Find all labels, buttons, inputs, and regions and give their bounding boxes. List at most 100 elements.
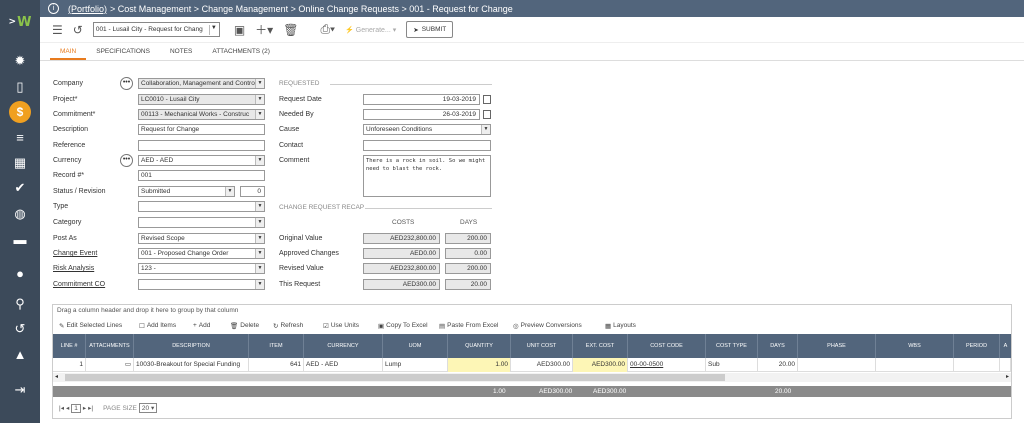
graduation-cap-icon[interactable]: ▲ <box>0 343 40 365</box>
prev-page-icon[interactable]: ◂ <box>66 404 69 412</box>
cost-icon[interactable]: $ <box>0 101 40 123</box>
contact-input[interactable] <box>363 140 491 151</box>
col-uom[interactable]: UOM <box>383 334 448 358</box>
category-select[interactable]: ▼ <box>138 217 265 228</box>
col-currency[interactable]: CURRENCY <box>304 334 383 358</box>
tab-attachments[interactable]: ATTACHMENTS (2) <box>202 43 280 60</box>
lightbulb-icon[interactable]: ✹ <box>0 50 40 72</box>
next-page-icon[interactable]: ▸ <box>83 404 86 412</box>
submit-button[interactable]: ➤ SUBMIT <box>406 21 454 38</box>
col-attachments[interactable]: ATTACHMENTS <box>86 334 134 358</box>
first-page-icon[interactable]: |◂ <box>59 404 64 412</box>
info-icon[interactable]: i <box>48 3 59 14</box>
briefcase-icon[interactable]: ▬ <box>0 228 40 250</box>
logout-icon[interactable]: ⇥ <box>0 379 40 401</box>
company-select[interactable]: Collaboration, Management and Control ▼ <box>138 78 265 89</box>
horizontal-scrollbar[interactable]: ◂ ▸ <box>53 373 1011 382</box>
col-line[interactable]: LINE # <box>53 334 86 358</box>
risk-analysis-select[interactable]: 123 - ▼ <box>138 263 265 274</box>
col-days[interactable]: DAYS <box>758 334 798 358</box>
table-row[interactable]: 1 ▭ 10030-Breakout for Special Funding 6… <box>53 358 1011 372</box>
ellipsis-icon[interactable]: ••• <box>120 154 133 167</box>
add-icon[interactable]: ＋▾ <box>255 21 273 38</box>
cell-quantity[interactable]: 1.00 <box>448 358 511 372</box>
col-cost-code[interactable]: COST CODE <box>628 334 706 358</box>
paste-from-excel-button[interactable]: ▤ Paste From Excel <box>439 319 498 332</box>
ellipsis-icon[interactable]: ••• <box>120 77 133 90</box>
status-select[interactable]: Submitted ▼ <box>138 186 235 197</box>
calculator-icon[interactable]: ▦ <box>0 152 40 174</box>
delete-icon[interactable]: 🗑 <box>283 23 298 37</box>
commitment-co-select[interactable]: ▼ <box>138 279 265 290</box>
refresh-button[interactable]: ↻ Refresh <box>273 319 303 332</box>
project-select[interactable]: LC0010 - Lusail City ▼ <box>138 94 265 105</box>
checkmark-icon[interactable]: ✔ <box>0 177 40 199</box>
risk-analysis-label[interactable]: Risk Analysis <box>53 265 94 272</box>
page-size-select[interactable]: 20 ▾ <box>138 403 158 413</box>
list-icon[interactable]: ☰ <box>52 23 63 37</box>
currency-select[interactable]: AED - AED ▼ <box>138 155 265 166</box>
history-icon[interactable]: ↺ <box>0 318 40 340</box>
post-as-select[interactable]: Revised Scope ▼ <box>138 233 265 244</box>
commitment-select[interactable]: 00113 - Mechanical Works - Construc ▼ <box>138 109 265 120</box>
comment-textarea[interactable]: There is a rock in soil. So we might nee… <box>363 155 491 197</box>
reference-input[interactable] <box>138 140 265 151</box>
scroll-thumb[interactable] <box>65 374 725 381</box>
request-date-input[interactable]: 19-03-2019 <box>363 94 480 105</box>
col-quantity[interactable]: QUANTITY <box>448 334 511 358</box>
breadcrumb-portfolio-link[interactable]: (Portfolio) <box>68 4 107 14</box>
scroll-left-icon[interactable]: ◂ <box>55 373 58 380</box>
type-select[interactable]: ▼ <box>138 201 265 212</box>
col-extra[interactable]: A <box>1000 334 1011 358</box>
tab-specifications[interactable]: SPECIFICATIONS <box>86 43 160 60</box>
revision-input[interactable]: 0 <box>240 186 265 197</box>
user-icon[interactable]: ● <box>0 262 40 284</box>
col-cost-type[interactable]: COST TYPE <box>706 334 758 358</box>
description-input[interactable]: Request for Change <box>138 124 265 135</box>
schedule-icon[interactable]: ≡ <box>0 126 40 148</box>
col-phase[interactable]: PHASE <box>798 334 876 358</box>
history-icon[interactable]: ↺ <box>73 23 83 37</box>
document-icon[interactable]: ▯ <box>0 76 40 98</box>
col-item[interactable]: ITEM <box>249 334 304 358</box>
col-wbs[interactable]: WBS <box>876 334 954 358</box>
commitment-co-link[interactable]: Commitment CO <box>53 281 105 288</box>
scroll-right-icon[interactable]: ▸ <box>1006 373 1009 380</box>
col-description[interactable]: DESCRIPTION <box>134 334 249 358</box>
col-unit-cost[interactable]: UNIT COST <box>511 334 573 358</box>
generate-button[interactable]: ⚡ Generate... ▾ <box>345 26 396 34</box>
change-event-link[interactable]: Change Event <box>53 250 97 257</box>
calendar-icon[interactable] <box>483 95 491 104</box>
add-items-button[interactable]: ☐ Add Items <box>139 319 176 332</box>
needed-by-input[interactable]: 26-03-2019 <box>363 109 480 120</box>
tab-notes[interactable]: NOTES <box>160 43 202 60</box>
record-input[interactable]: 001 <box>138 170 265 181</box>
tab-main[interactable]: MAIN <box>50 43 87 60</box>
current-page[interactable]: 1 <box>71 403 81 413</box>
commitment-co-label[interactable]: Commitment CO <box>53 281 105 288</box>
col-ext-cost[interactable]: EXT. COST <box>573 334 628 358</box>
col-period[interactable]: PERIOD <box>954 334 1000 358</box>
copy-to-excel-button[interactable]: ▣ Copy To Excel <box>378 319 428 332</box>
attachment-icon[interactable]: ▭ <box>125 361 131 368</box>
change-event-select[interactable]: 001 - Proposed Change Order ▼ <box>138 248 265 259</box>
last-page-icon[interactable]: ▸| <box>88 404 93 412</box>
delete-button[interactable]: 🗑 Delete <box>230 319 259 332</box>
cell-ext-cost[interactable]: AED300.00 <box>573 358 628 372</box>
save-icon[interactable]: ▣ <box>234 23 245 37</box>
cause-select[interactable]: Unforeseen Conditions ▼ <box>363 124 491 135</box>
calendar-icon[interactable] <box>483 110 491 119</box>
change-event-label[interactable]: Change Event <box>53 250 97 257</box>
record-select[interactable]: 001 - Lusail City - Request for Chang ▼ <box>92 22 220 37</box>
cell-cost-code[interactable]: 00-00-0500 <box>628 358 706 372</box>
preview-conversions-button[interactable]: ◎ Preview Conversions <box>513 319 582 332</box>
search-icon[interactable]: ⚲ <box>0 293 40 315</box>
use-units-checkbox[interactable]: ☑ Use Units <box>323 319 359 332</box>
add-button[interactable]: + Add <box>193 319 210 332</box>
risk-analysis-link[interactable]: Risk Analysis <box>53 265 94 272</box>
app-logo[interactable]: > W <box>0 0 40 44</box>
globe-icon[interactable]: ◍ <box>0 203 40 225</box>
edit-selected-lines-button[interactable]: ✎ Edit Selected Lines <box>59 319 122 332</box>
print-icon[interactable]: ⎙▾ <box>320 22 335 37</box>
layouts-button[interactable]: ▦ Layouts <box>605 319 636 332</box>
